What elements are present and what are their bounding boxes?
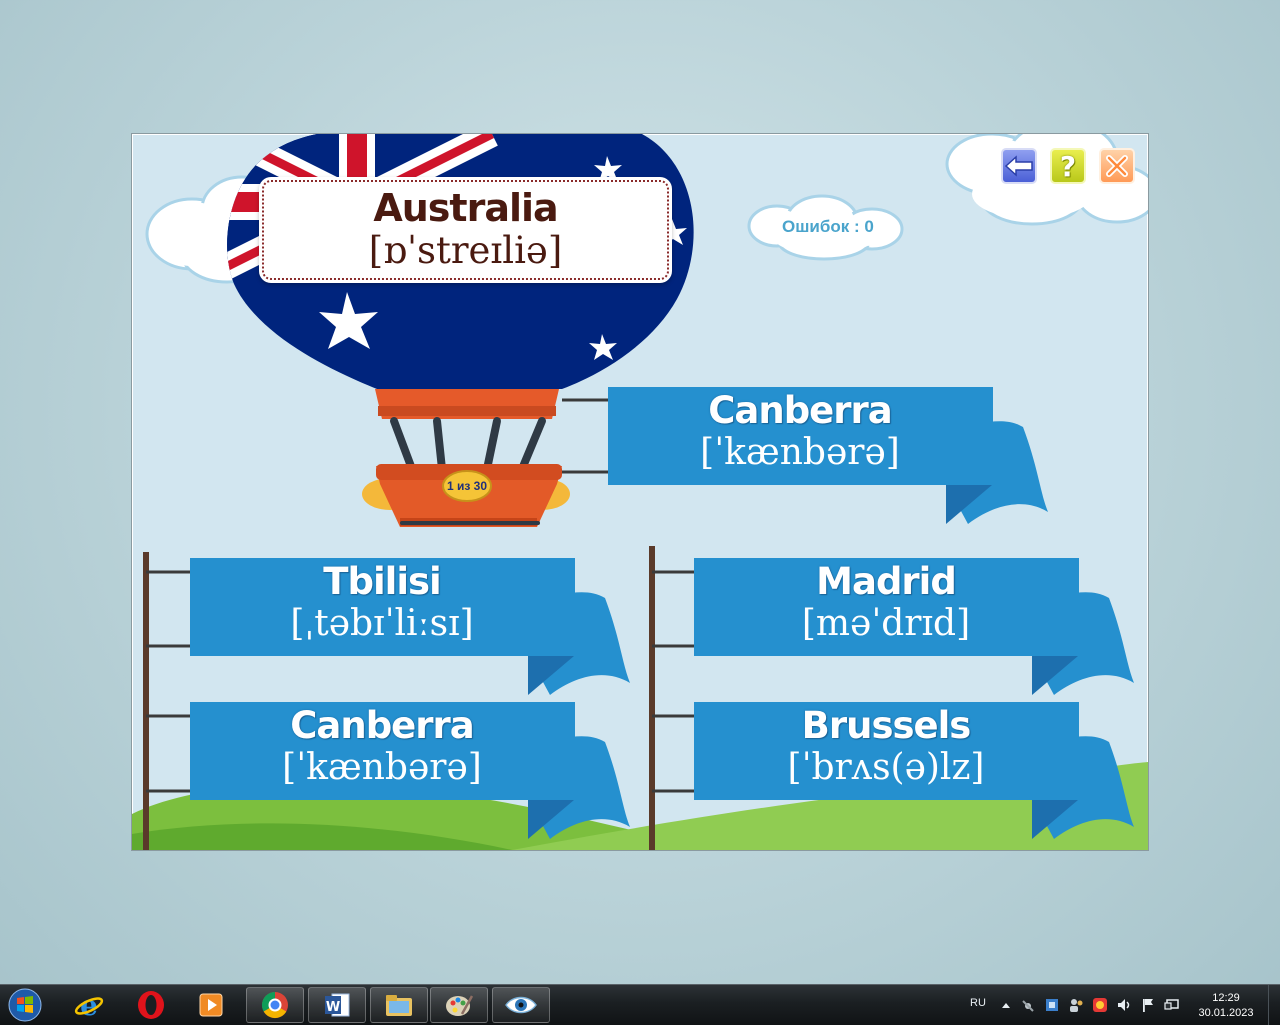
game-window: Ошибок : 0 ? Australia [ɒˈstreɪliə] 1 из… (131, 133, 1149, 851)
display-icon (1164, 999, 1179, 1010)
flag-icon (1143, 999, 1153, 1012)
internet-explorer-icon: e (74, 990, 104, 1020)
question-mark-icon: ? (1059, 149, 1077, 183)
taskbar: e W RU 12:29 30.01.2023 (0, 984, 1280, 1025)
tray-volume[interactable] (1116, 997, 1132, 1013)
speaker-icon (1118, 999, 1130, 1011)
help-button[interactable]: ? (1050, 148, 1086, 184)
answer-ribbon-2[interactable]: Tbilisi [ˌtəbɪˈliːsɪ] (190, 558, 574, 656)
windows-logo-icon (8, 988, 42, 1022)
clock[interactable]: 12:29 30.01.2023 (1196, 991, 1256, 1021)
tray-display[interactable] (1164, 997, 1180, 1013)
answer-ribbon-3[interactable]: Madrid [məˈdrɪd] (694, 558, 1078, 656)
answer-transcription: [ˈbrʌs(ə)lz] (787, 747, 985, 788)
close-button[interactable] (1099, 148, 1135, 184)
clock-time: 12:29 (1212, 992, 1240, 1004)
opera-icon (138, 991, 164, 1019)
answer-word: Canberra (708, 389, 893, 432)
country-name: Australia (373, 186, 558, 230)
answer-ribbon-4[interactable]: Canberra [ˈkænbərə] (190, 702, 574, 800)
taskbar-word[interactable]: W (308, 987, 366, 1023)
taskbar-ie[interactable]: e (60, 987, 118, 1023)
answer-ribbon-5[interactable]: Brussels [ˈbrʌs(ə)lz] (694, 702, 1078, 800)
explorer-icon (386, 995, 412, 1016)
paint-icon (446, 995, 474, 1016)
tray-expand[interactable] (998, 997, 1014, 1013)
tray-users[interactable] (1068, 997, 1084, 1013)
eye-app-icon (505, 996, 537, 1014)
answer-transcription: [məˈdrɪd] (801, 603, 971, 644)
satellite-icon (1022, 1000, 1034, 1012)
tray-action-center[interactable] (1140, 997, 1156, 1013)
taskbar-paint[interactable] (430, 987, 488, 1023)
chevron-up-icon (1002, 1003, 1010, 1008)
show-desktop-button[interactable] (1268, 985, 1280, 1025)
language-indicator[interactable]: RU (970, 997, 986, 1009)
arrow-left-icon (1005, 155, 1033, 177)
country-card: Australia [ɒˈstreɪliə] (259, 177, 672, 283)
answer-word: Canberra (290, 704, 475, 747)
answer-word: Tbilisi (323, 560, 441, 603)
clock-date: 30.01.2023 (1198, 1007, 1254, 1019)
answer-transcription: [ˈkænbərə] (700, 432, 900, 473)
back-button[interactable] (1001, 148, 1037, 184)
errors-counter: Ошибок : 0 (782, 217, 874, 236)
network-icon (1046, 999, 1058, 1011)
taskbar-media-player[interactable] (182, 987, 240, 1023)
start-button[interactable] (2, 986, 48, 1024)
word-icon: W (325, 993, 350, 1017)
answer-word: Madrid (816, 560, 957, 603)
taskbar-explorer[interactable] (370, 987, 428, 1023)
taskbar-eye-app[interactable] (492, 987, 550, 1023)
svg-text:W: W (326, 1000, 340, 1015)
question-counter: 1 из 30 (446, 479, 488, 493)
answer-transcription: [ˈkænbərə] (282, 747, 482, 788)
country-transcription: [ɒˈstreɪliə] (368, 229, 563, 272)
tray-network-2[interactable] (1044, 997, 1060, 1013)
app-tray-icon (1093, 998, 1107, 1012)
taskbar-opera[interactable] (122, 987, 180, 1023)
close-icon (1106, 155, 1128, 177)
tray-app[interactable] (1092, 997, 1108, 1013)
chrome-icon (261, 991, 288, 1019)
answer-ribbon-1[interactable]: Canberra [ˈkænbərə] (608, 387, 992, 485)
fence-right (649, 546, 696, 850)
media-player-icon (199, 993, 223, 1017)
answer-word: Brussels (801, 704, 972, 747)
tray-network-1[interactable] (1020, 997, 1036, 1013)
users-icon (1070, 999, 1083, 1012)
answer-transcription: [ˌtəbɪˈliːsɪ] (290, 603, 474, 644)
taskbar-chrome[interactable] (246, 987, 304, 1023)
